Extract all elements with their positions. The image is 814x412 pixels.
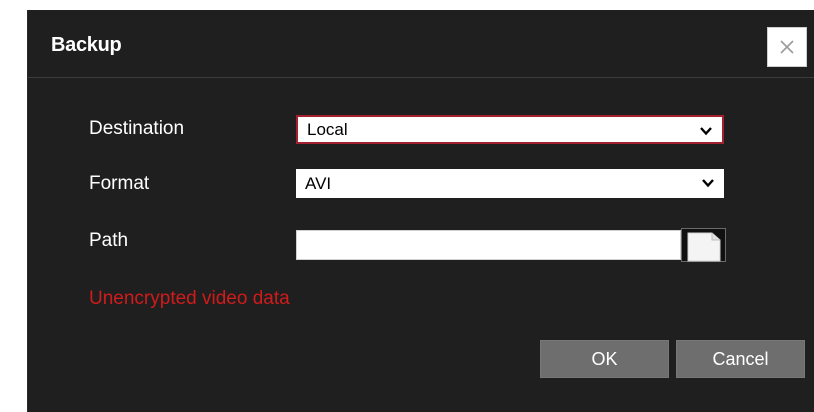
- format-value: AVI: [305, 173, 332, 193]
- format-select[interactable]: AVI: [296, 169, 724, 198]
- dialog-titlebar: Backup: [28, 10, 814, 78]
- ok-button[interactable]: OK: [540, 340, 669, 378]
- close-icon: [780, 40, 794, 54]
- path-input[interactable]: [296, 230, 681, 260]
- dialog-title: Backup: [51, 34, 122, 56]
- destination-value: Local: [307, 119, 348, 139]
- chevron-down-icon: [700, 127, 712, 136]
- browse-button[interactable]: [681, 228, 726, 262]
- backup-dialog: Backup Destination Local Format AVI Path…: [27, 10, 814, 412]
- destination-label: Destination: [89, 118, 185, 139]
- chevron-down-icon: [702, 179, 714, 188]
- close-button[interactable]: [767, 27, 807, 67]
- path-label: Path: [89, 230, 129, 251]
- unencrypted-warning: Unencrypted video data: [89, 288, 290, 309]
- cancel-button[interactable]: Cancel: [676, 340, 805, 378]
- format-label: Format: [89, 173, 150, 194]
- file-icon: [687, 232, 721, 262]
- destination-select[interactable]: Local: [296, 115, 724, 144]
